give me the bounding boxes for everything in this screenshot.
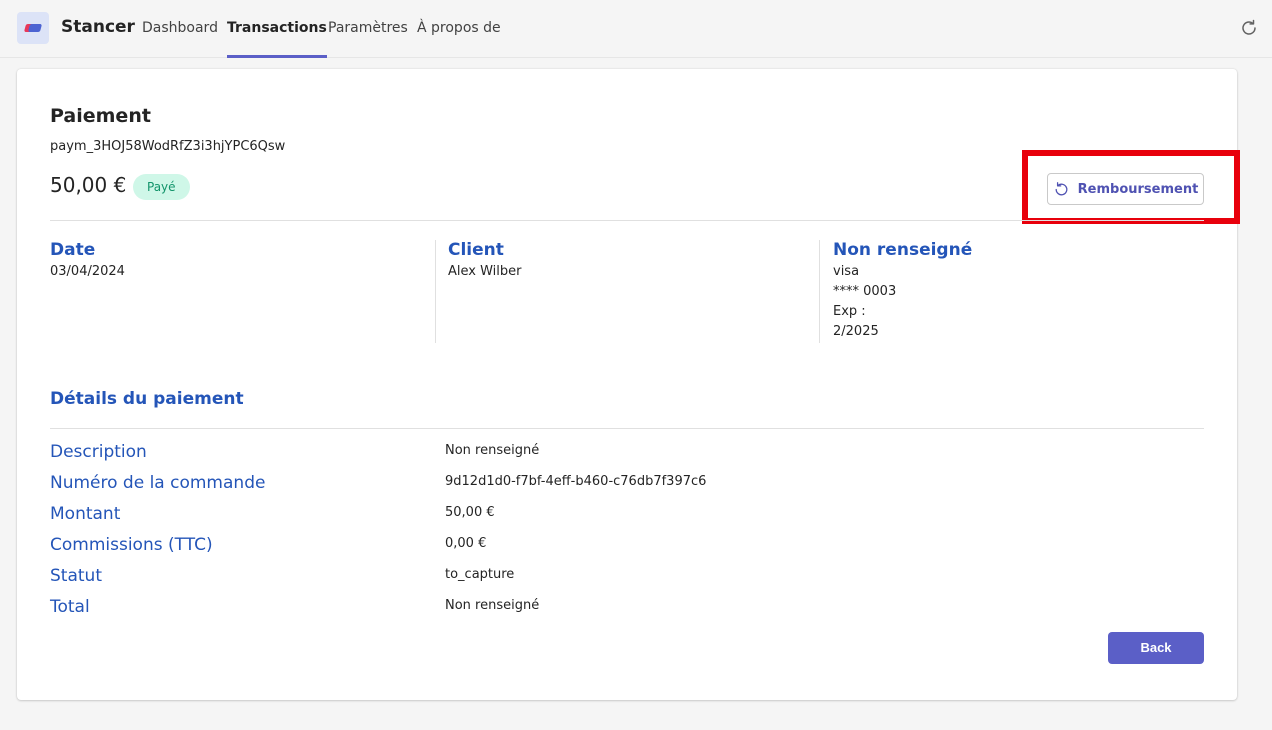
card-heading: Non renseigné [833,240,973,260]
card-exp-label: Exp : [833,304,866,319]
app-name: Stancer [61,17,135,37]
refresh-icon[interactable] [1238,17,1260,39]
refund-button[interactable]: Remboursement [1047,173,1204,205]
detail-label-status: Statut [50,566,102,586]
divider [50,220,1204,221]
top-bar: Stancer Dashboard Transactions Paramètre… [0,0,1272,58]
refund-button-label: Remboursement [1077,181,1199,197]
payment-amount: 50,00 € [50,173,127,197]
divider [50,428,1204,429]
client-value: Alex Wilber [448,264,522,279]
detail-label-order-number: Numéro de la commande [50,473,266,493]
detail-label-commissions: Commissions (TTC) [50,535,213,555]
detail-label-total: Total [50,597,90,617]
tab-a-propos[interactable]: À propos de [417,0,501,58]
status-badge: Payé [133,174,190,200]
page-title: Paiement [50,105,151,127]
detail-value-status: to_capture [445,567,515,582]
details-heading: Détails du paiement [50,389,244,409]
detail-value-amount: 50,00 € [445,505,495,520]
card-number: **** 0003 [833,284,897,299]
card-exp-value: 2/2025 [833,324,879,339]
detail-value-order-number: 9d12d1d0-f7bf-4eff-b460-c76db7f397c6 [445,474,707,489]
detail-value-total: Non renseigné [445,598,540,613]
column-divider [819,240,820,343]
tab-parametres[interactable]: Paramètres [328,0,408,58]
payment-card: Paiement paym_3HOJ58WodRfZ3i3hjYPC6Qsw 5… [17,69,1240,700]
refund-icon [1055,181,1068,195]
card-brand: visa [833,264,860,279]
detail-label-amount: Montant [50,504,121,524]
payment-id: paym_3HOJ58WodRfZ3i3hjYPC6Qsw [50,139,286,154]
app-logo-icon [17,12,49,44]
tab-transactions[interactable]: Transactions [227,0,327,58]
detail-value-description: Non renseigné [445,443,540,458]
detail-value-commissions: 0,00 € [445,536,487,551]
tab-dashboard[interactable]: Dashboard [142,0,218,58]
detail-label-description: Description [50,442,147,462]
back-button[interactable]: Back [1108,632,1204,664]
client-heading: Client [448,240,504,260]
date-heading: Date [50,240,96,260]
column-divider [435,240,436,343]
date-value: 03/04/2024 [50,264,125,279]
